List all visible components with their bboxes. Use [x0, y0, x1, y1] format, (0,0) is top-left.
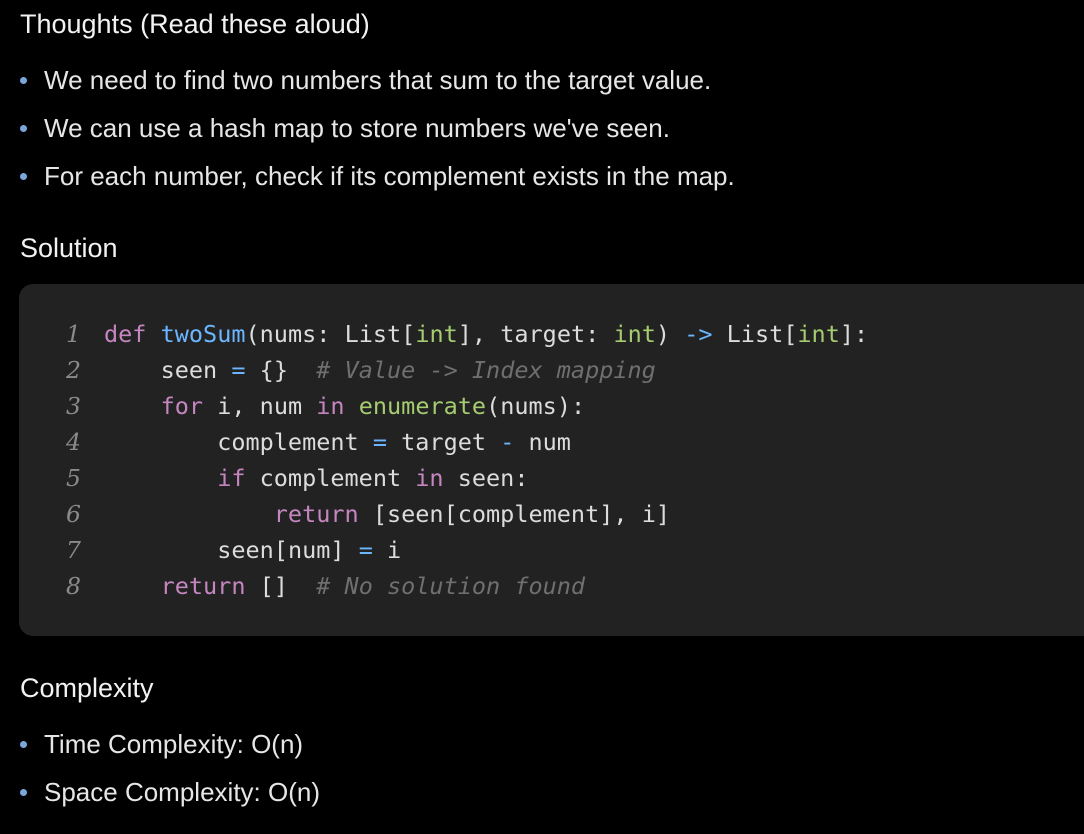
list-item: Space Complexity: O(n)	[20, 768, 320, 816]
code-text: return [] # No solution found	[160, 572, 586, 600]
solution-heading: Solution	[20, 233, 118, 263]
line-number: 5	[66, 464, 81, 492]
bullet-dot-icon	[20, 173, 27, 180]
code-lines: 1 def twoSum(nums: List[int], target: int…	[19, 316, 868, 604]
code-text: for i, num in enumerate(nums):	[160, 392, 586, 420]
line-number: 6	[66, 500, 81, 528]
code-line: 3 for i, num in enumerate(nums):	[19, 388, 868, 424]
code-line: 7 seen[num] = i	[19, 532, 868, 568]
line-number: 7	[66, 536, 81, 564]
thoughts-list: We need to find two numbers that sum to …	[20, 56, 735, 200]
code-text: def twoSum(nums: List[int], target: int)…	[104, 320, 869, 348]
line-number: 3	[66, 392, 81, 420]
code-text: seen = {} # Value -> Index mapping	[160, 356, 656, 384]
code-text: seen[num] = i	[217, 536, 402, 564]
complexity-list: Time Complexity: O(n) Space Complexity: …	[20, 720, 320, 816]
code-line: 6 return [seen[complement], i]	[19, 496, 868, 532]
list-item: Time Complexity: O(n)	[20, 720, 320, 768]
line-number: 4	[66, 428, 81, 456]
answer-panel: Thoughts (Read these aloud) We need to f…	[0, 0, 1084, 834]
code-line: 5 if complement in seen:	[19, 460, 868, 496]
line-number: 1	[66, 320, 81, 348]
line-number: 8	[66, 572, 81, 600]
code-line: 4 complement = target - num	[19, 424, 868, 460]
code-line: 8 return [] # No solution found	[19, 568, 868, 604]
code-text: return [seen[complement], i]	[273, 500, 670, 528]
complexity-heading: Complexity	[20, 673, 154, 703]
code-line: 2 seen = {} # Value -> Index mapping	[19, 352, 868, 388]
bullet-dot-icon	[20, 125, 27, 132]
code-text: if complement in seen:	[217, 464, 529, 492]
bullet-dot-icon	[20, 741, 27, 748]
list-item: We need to find two numbers that sum to …	[20, 56, 735, 104]
line-number: 2	[66, 356, 81, 384]
code-text: complement = target - num	[217, 428, 571, 456]
bullet-dot-icon	[20, 789, 27, 796]
code-line: 1 def twoSum(nums: List[int], target: int…	[19, 316, 868, 352]
code-block[interactable]: 1 def twoSum(nums: List[int], target: int…	[19, 284, 1084, 636]
list-item: For each number, check if its complement…	[20, 152, 735, 200]
thoughts-heading: Thoughts (Read these aloud)	[20, 9, 370, 39]
list-item: We can use a hash map to store numbers w…	[20, 104, 735, 152]
bullet-dot-icon	[20, 77, 27, 84]
